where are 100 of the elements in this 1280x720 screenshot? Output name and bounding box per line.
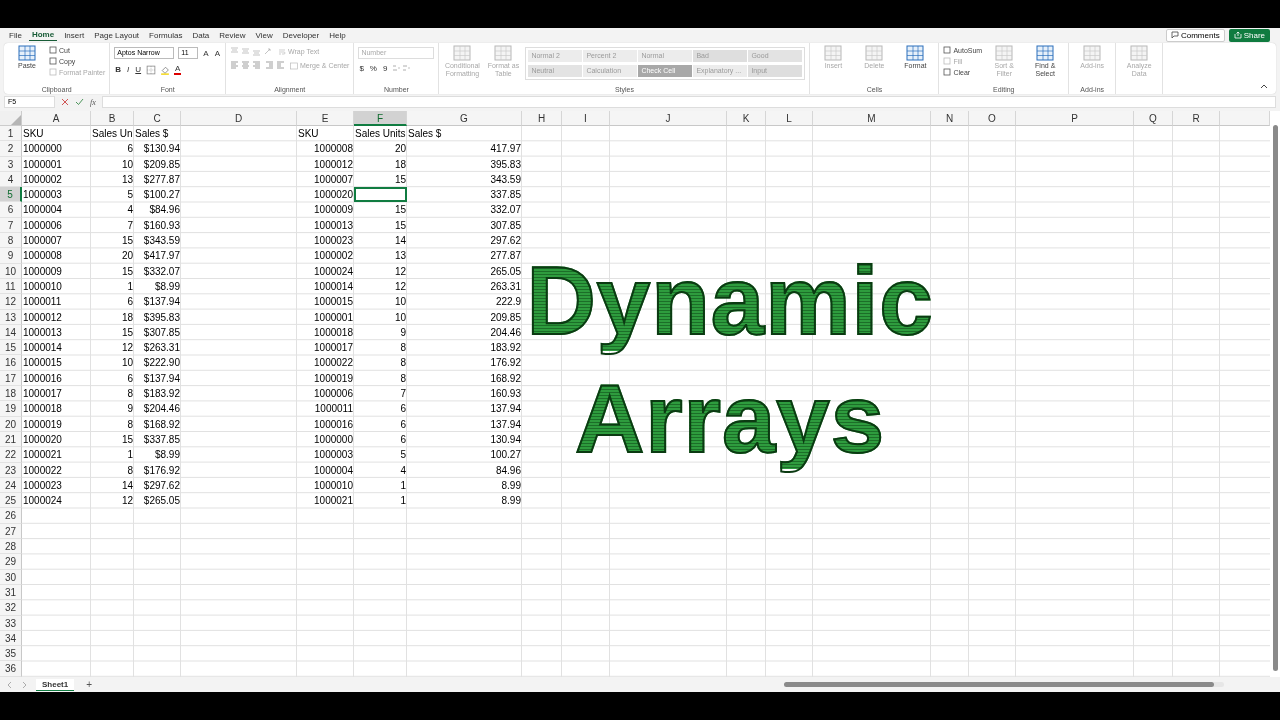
column-header[interactable]: L <box>766 111 813 126</box>
table-cell: 160.93 <box>490 388 521 400</box>
table-cell: 1000022 <box>23 464 62 476</box>
row-header[interactable]: 36 <box>0 661 22 677</box>
row-header[interactable]: 2 <box>0 141 22 157</box>
table-cell: 7 <box>127 219 133 231</box>
column-header[interactable]: B <box>91 111 134 126</box>
table-cell: 1000010 <box>314 479 353 491</box>
column-header[interactable]: O <box>969 111 1016 126</box>
table-cell: 6 <box>400 433 406 445</box>
row-header[interactable]: 9 <box>0 248 22 264</box>
vertical-align-icons[interactable] <box>230 47 274 56</box>
row-header[interactable]: 12 <box>0 294 22 310</box>
share-button[interactable]: Share <box>1228 28 1270 42</box>
column-header[interactable]: E <box>297 111 354 126</box>
check-icon[interactable] <box>75 98 84 106</box>
column-header[interactable]: H <box>522 111 562 126</box>
column-header[interactable]: C <box>134 111 181 126</box>
table-cell: 15 <box>394 204 406 216</box>
vertical-scrollbar[interactable] <box>1273 125 1278 671</box>
shrink-font-button[interactable]: A <box>213 48 221 58</box>
number-format-button[interactable]: % <box>368 64 378 73</box>
ribbon-tab[interactable]: Formulas <box>146 29 186 41</box>
table-cell: 209.85 <box>490 311 521 323</box>
table-cell: 1 <box>400 495 406 507</box>
row-header[interactable]: 5 <box>0 187 22 203</box>
row-header[interactable]: 28 <box>0 539 22 555</box>
table-cell: 12 <box>121 495 133 507</box>
row-header[interactable]: 26 <box>0 508 22 524</box>
insert-function-button[interactable]: fx <box>90 97 96 107</box>
ribbon-tab[interactable]: Home <box>28 29 58 41</box>
column-header[interactable]: M <box>813 111 931 126</box>
column-header[interactable]: N <box>931 111 969 126</box>
column-header[interactable]: K <box>727 111 766 126</box>
ribbon-tab[interactable]: Review <box>216 29 249 41</box>
decimal-icons[interactable] <box>392 64 413 73</box>
table-cell: $417.97 <box>143 250 180 262</box>
column-header[interactable]: Q <box>1134 111 1173 126</box>
table-cell: 15 <box>121 326 133 338</box>
fill-color-icon[interactable] <box>160 64 171 75</box>
font-color-button[interactable]: A <box>174 64 182 75</box>
italic-button[interactable]: I <box>126 65 131 74</box>
column-header[interactable]: I <box>562 111 610 126</box>
row-header[interactable]: 15 <box>0 340 22 356</box>
table-cell: 8 <box>400 357 406 369</box>
row-header[interactable]: 18 <box>0 386 22 402</box>
table-cell: 4 <box>400 464 406 476</box>
table-cell: 1000003 <box>314 449 353 461</box>
horizontal-align-icons[interactable] <box>230 61 286 70</box>
comment-icon <box>1170 31 1179 39</box>
table-cell: 307.85 <box>490 219 521 231</box>
row-header[interactable]: 25 <box>0 493 22 509</box>
number-format-button[interactable]: 9 <box>382 64 389 73</box>
column-header[interactable]: A <box>22 111 91 126</box>
add-sheet-button[interactable]: + <box>80 679 99 690</box>
cancel-icon[interactable] <box>61 98 69 106</box>
ribbon-tab[interactable]: Help <box>326 29 349 41</box>
bold-button[interactable]: B <box>114 65 123 74</box>
column-header[interactable]: P <box>1016 111 1134 126</box>
column-header[interactable]: D <box>181 111 297 126</box>
row-header[interactable]: 8 <box>0 233 22 249</box>
table-cell: 1000002 <box>23 173 62 185</box>
sheet-tab[interactable]: Sheet1 <box>36 678 75 691</box>
table-cell: 15 <box>121 235 133 247</box>
comments-button[interactable]: Comments <box>1165 28 1225 42</box>
row-header[interactable]: 19 <box>0 401 22 417</box>
column-header[interactable] <box>1220 111 1270 126</box>
underline-button[interactable]: U <box>134 65 143 74</box>
ribbon-tab[interactable]: Data <box>189 29 213 41</box>
row-header[interactable]: 29 <box>0 554 22 570</box>
border-icon[interactable] <box>146 64 157 75</box>
row-header[interactable]: 35 <box>0 646 22 662</box>
ribbon-tab[interactable]: Insert <box>61 29 88 41</box>
table-cell: $8.99 <box>154 280 180 292</box>
column-header[interactable]: G <box>407 111 522 126</box>
horizontal-scrollbar[interactable] <box>784 682 1224 687</box>
column-header[interactable]: R <box>1173 111 1220 126</box>
table-cell: 6 <box>127 296 133 308</box>
row-header[interactable]: 22 <box>0 447 22 463</box>
active-cell[interactable] <box>354 187 407 203</box>
formula-input[interactable] <box>101 96 1276 108</box>
row-header[interactable]: 1 <box>0 126 22 142</box>
grow-font-button[interactable]: A <box>202 48 210 58</box>
table-cell: 1000023 <box>314 235 353 247</box>
ribbon-tab[interactable]: Page Layout <box>91 29 143 41</box>
table-cell: $343.59 <box>143 235 180 247</box>
collapse-icon[interactable] <box>1260 83 1268 89</box>
ribbon-tab[interactable]: Developer <box>279 29 323 41</box>
row-header[interactable]: 16 <box>0 355 22 371</box>
table-cell: 9 <box>400 326 406 338</box>
ribbon-tab[interactable]: View <box>252 29 276 41</box>
table-cell: 8.99 <box>501 479 521 491</box>
row-header[interactable]: 32 <box>0 600 22 616</box>
column-header[interactable]: J <box>610 111 727 126</box>
row-header[interactable]: 6 <box>0 202 22 218</box>
table-cell: 6 <box>127 143 133 155</box>
table-cell: 5 <box>127 189 133 201</box>
column-header[interactable]: F <box>354 111 407 126</box>
number-format-button[interactable]: $ <box>358 64 365 73</box>
ribbon-tab[interactable]: File <box>6 29 25 41</box>
